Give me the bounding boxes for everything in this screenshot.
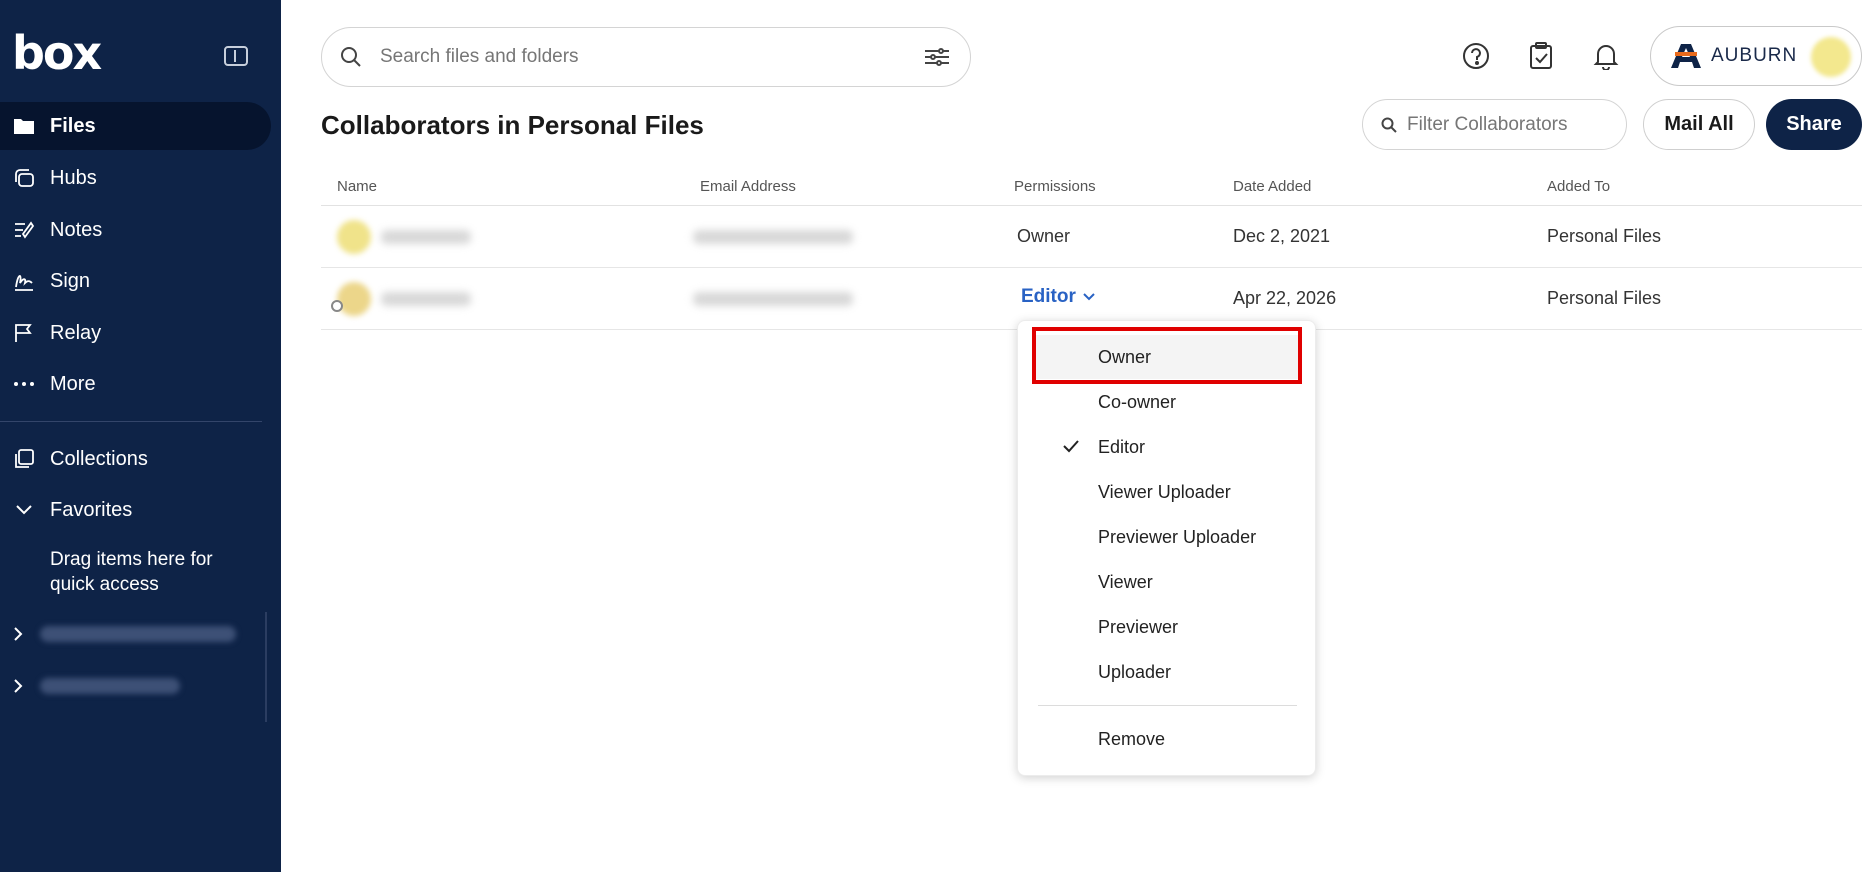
date-added: Dec 2, 2021 [1233,226,1331,246]
sidebar-folder-item[interactable] [12,619,236,649]
search-icon [1381,117,1397,133]
checkmark-icon [1063,440,1079,453]
auburn-logo-icon [1671,44,1701,68]
search-bar[interactable]: Search files and folders [321,27,971,87]
menu-item-viewer[interactable]: Viewer [1034,560,1301,604]
more-icon [12,372,36,396]
chevron-down-icon [1083,293,1095,301]
account-menu-button[interactable]: AUBURN [1650,26,1862,86]
menu-item-co-owner[interactable]: Co-owner [1034,380,1301,424]
menu-item-remove[interactable]: Remove [1034,717,1301,761]
share-button[interactable]: Share [1766,99,1862,150]
user-avatar [1811,37,1851,77]
sidebar-scrollbar[interactable] [265,612,267,722]
menu-item-label: Viewer Uploader [1098,481,1231,502]
added-to: Personal Files [1547,288,1662,308]
sidebar-item-hubs[interactable]: Hubs [0,154,271,202]
menu-item-label: Co-owner [1098,391,1177,412]
menu-item-label: Previewer Uploader [1098,526,1257,547]
collaborator-avatar [337,220,371,254]
table-row[interactable]: Owner Dec 2, 2021 Personal Files [321,206,1862,268]
notes-icon [12,218,36,242]
redacted-folder-name [40,678,180,694]
collections-icon [12,447,36,471]
sidebar-item-sign[interactable]: Sign [0,257,271,305]
box-logo[interactable]: box [12,30,102,76]
mail-all-button[interactable]: Mail All [1643,99,1755,150]
sidebar-divider [0,421,262,422]
sidebar-item-collections[interactable]: Collections [0,435,271,483]
help-icon[interactable] [1460,40,1492,72]
external-user-globe-icon [331,300,343,312]
notifications-bell-icon[interactable] [1590,40,1622,72]
redacted-collaborator-name [381,230,471,244]
date-added: Apr 22, 2026 [1233,288,1337,308]
permission-dropdown[interactable]: Editor [1021,286,1096,308]
permission-value: Owner [1017,226,1071,246]
menu-separator [1038,705,1297,706]
collaborators-table: Name Email Address Permissions Date Adde… [321,170,1862,330]
sidebar-item-label: Files [50,114,96,137]
favorites-drag-hint: Drag items here for quick access [50,549,213,595]
column-header-permissions[interactable]: Permissions [1014,178,1096,195]
filter-collaborators-placeholder: Filter Collaborators [1407,113,1568,135]
menu-item-viewer-uploader[interactable]: Viewer Uploader [1034,470,1301,514]
sidebar-item-label: Favorites [50,498,133,521]
column-header-email[interactable]: Email Address [700,178,796,195]
folder-icon [12,114,36,138]
search-input[interactable]: Search files and folders [380,46,924,68]
menu-item-label: Owner [1098,346,1152,367]
filter-collaborators-input[interactable]: Filter Collaborators [1362,99,1627,150]
relay-icon [12,321,36,345]
menu-item-label: Previewer [1098,616,1179,637]
redacted-collaborator-email [693,230,853,244]
redacted-folder-name [40,626,236,642]
sidebar-item-label: Hubs [50,166,97,189]
permission-dropdown-value: Editor [1021,286,1076,307]
account-name: AUBURN [1711,45,1798,66]
chevron-down-icon [12,498,36,522]
sign-icon [12,269,36,293]
sidebar-item-favorites[interactable]: Favorites [0,486,271,534]
redacted-collaborator-name [381,292,471,306]
menu-item-owner[interactable]: Owner [1034,335,1301,379]
search-filter-icon[interactable] [924,48,950,66]
menu-item-previewer[interactable]: Previewer [1034,605,1301,649]
menu-item-uploader[interactable]: Uploader [1034,650,1301,694]
app-root: box Files Hubs Notes Sign Relay More Col… [0,0,1872,872]
menu-item-label: Uploader [1098,661,1172,682]
menu-item-editor[interactable]: Editor [1034,425,1301,469]
permission-menu: Owner Co-owner Editor Viewer Uploader Pr… [1017,320,1316,776]
sidebar-item-label: Notes [50,218,103,241]
sidebar-item-label: More [50,372,96,395]
hubs-icon [12,166,36,190]
column-header-date-added[interactable]: Date Added [1233,178,1311,195]
table-header: Name Email Address Permissions Date Adde… [321,170,1862,206]
sidebar-folder-item[interactable] [12,671,180,701]
menu-item-label: Editor [1098,436,1146,457]
sidebar-item-label: Relay [50,321,102,344]
menu-item-label: Viewer [1098,571,1153,592]
sidebar-item-more[interactable]: More [0,360,271,408]
sidebar-item-label: Collections [50,447,148,470]
tasks-icon[interactable] [1525,40,1557,72]
added-to: Personal Files [1547,226,1662,246]
search-icon [341,47,361,67]
column-header-added-to[interactable]: Added To [1547,178,1610,195]
redacted-collaborator-email [693,292,853,306]
sidebar-item-relay[interactable]: Relay [0,309,271,357]
chevron-right-icon [14,627,23,641]
sidebar: box Files Hubs Notes Sign Relay More Col… [0,0,281,872]
collaborator-avatar [337,282,371,316]
menu-item-previewer-uploader[interactable]: Previewer Uploader [1034,515,1301,559]
chevron-right-icon [14,679,23,693]
menu-item-label: Remove [1098,728,1166,749]
column-header-name[interactable]: Name [337,178,377,195]
sidebar-item-notes[interactable]: Notes [0,206,271,254]
sidebar-item-files[interactable]: Files [0,102,271,150]
collapse-sidebar-icon[interactable] [224,46,248,66]
page-title: Collaborators in Personal Files [321,110,704,140]
sidebar-item-label: Sign [50,269,91,292]
